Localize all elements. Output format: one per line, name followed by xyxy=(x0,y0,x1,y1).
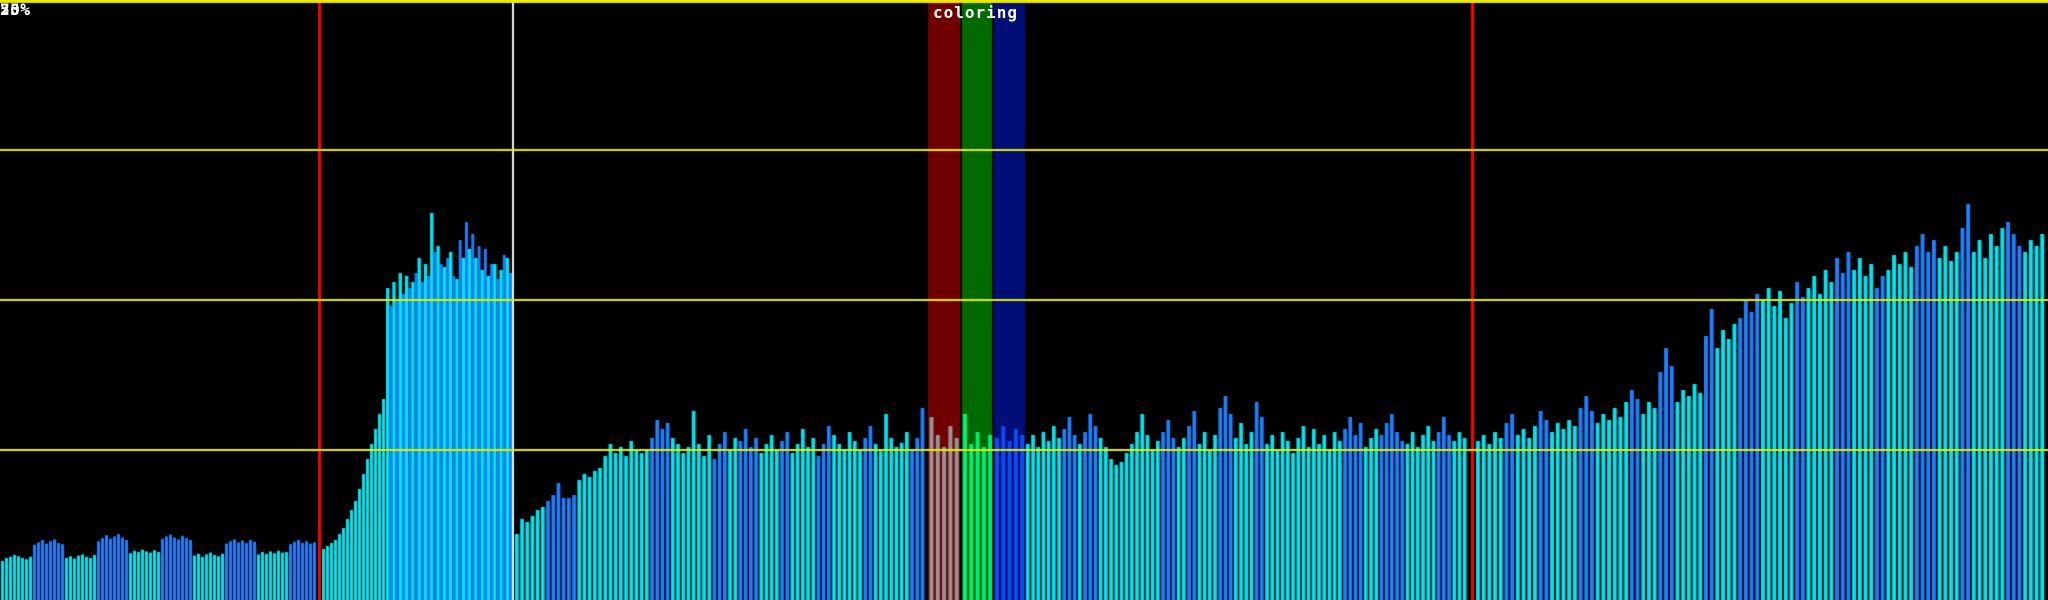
y-axis-label-25: 25% xyxy=(0,0,31,19)
usage-graph: 75% 50% 25% coloring xyxy=(0,0,2048,600)
coloring-legend-label: coloring xyxy=(933,3,1019,22)
bars-canvas xyxy=(0,0,2048,600)
